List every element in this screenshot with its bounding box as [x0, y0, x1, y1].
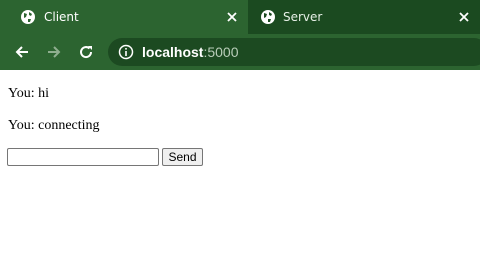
url-host: localhost — [142, 44, 204, 60]
send-button[interactable]: Send — [162, 148, 203, 166]
tab-title: Client — [44, 10, 79, 24]
message-line: You: connecting — [8, 118, 100, 133]
close-icon[interactable] — [456, 9, 472, 25]
page-content: You: hi You: connecting Send — [0, 70, 480, 280]
globe-icon — [20, 9, 36, 25]
forward-arrow-icon[interactable] — [44, 42, 64, 62]
info-icon[interactable] — [118, 44, 134, 60]
close-icon[interactable] — [224, 9, 240, 25]
tab-title: Server — [283, 10, 323, 24]
tab-client[interactable]: Client — [0, 0, 248, 34]
back-arrow-icon[interactable] — [12, 42, 32, 62]
url-text: localhost:5000 — [142, 44, 239, 60]
message-line: You: hi — [8, 86, 49, 101]
globe-icon — [260, 9, 276, 25]
url-port: :5000 — [203, 44, 239, 60]
address-bar[interactable]: localhost:5000 — [108, 38, 480, 66]
message-input[interactable] — [7, 148, 159, 166]
tab-server[interactable]: Server — [248, 0, 480, 34]
tab-strip: Client Server — [0, 0, 480, 34]
reload-icon[interactable] — [76, 42, 96, 62]
browser-toolbar: localhost:5000 — [0, 34, 480, 70]
